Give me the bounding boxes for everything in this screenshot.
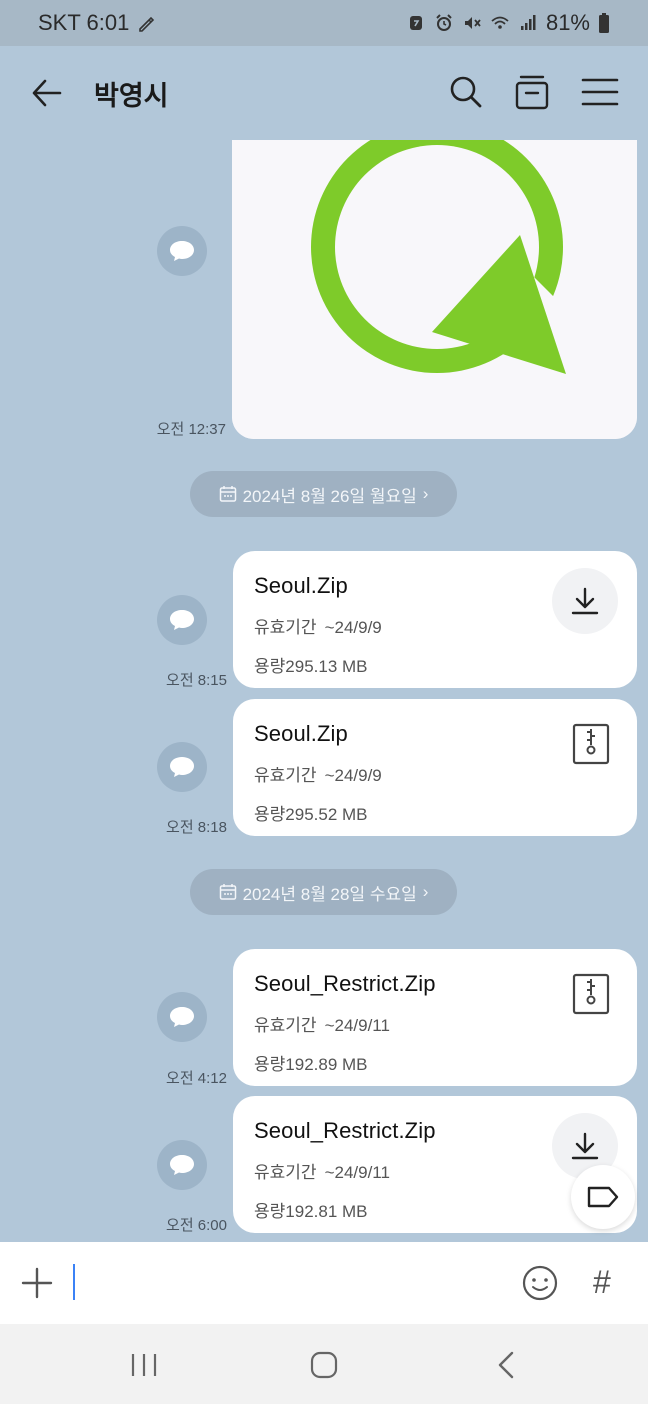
image-message[interactable] [232, 140, 637, 439]
speech-bubble-icon [170, 610, 194, 630]
chevron-right-icon: › [422, 484, 429, 503]
plus-icon[interactable] [20, 1266, 54, 1300]
avatar[interactable] [157, 226, 207, 276]
date-label: 2024년 8월 28일 수요일 [242, 884, 417, 904]
chevron-right-icon: › [422, 882, 429, 901]
size-value: 295.52 MB [285, 805, 368, 824]
tag-icon [587, 1186, 619, 1208]
size-label: 용량 [254, 1202, 286, 1221]
size-value: 192.89 MB [285, 1055, 368, 1074]
expiry-label: 유효기간 [254, 618, 317, 637]
battery-percent: 81% [545, 10, 590, 35]
drawer-icon[interactable] [512, 72, 552, 112]
message-input[interactable] [80, 1262, 480, 1302]
message-time: 오전 8:18 [166, 819, 227, 836]
system-nav-bar [0, 1324, 648, 1404]
download-icon [571, 1132, 599, 1160]
expiry-label: 유효기간 [254, 1163, 317, 1182]
size-label: 용량 [254, 657, 286, 676]
zip-file-icon[interactable] [572, 723, 610, 765]
speech-bubble-icon [170, 1155, 194, 1175]
message-time: 오전 6:00 [166, 1217, 227, 1234]
search-icon[interactable] [446, 72, 486, 112]
notification-icon [409, 16, 422, 30]
expiry-value: ~24/9/9 [324, 766, 382, 785]
chat-title: 박영시 [94, 81, 169, 111]
expiry-label: 유효기간 [254, 766, 317, 785]
calendar-icon [219, 486, 236, 502]
calendar-icon [219, 884, 236, 900]
back-icon[interactable] [492, 1350, 522, 1380]
signal-icon [520, 15, 536, 30]
menu-icon[interactable] [580, 72, 620, 112]
speech-bubble-icon [170, 1007, 194, 1027]
download-icon [571, 587, 599, 615]
date-label: 2024년 8월 26일 월요일 [242, 486, 417, 506]
expiry-value: ~24/9/9 [324, 618, 382, 637]
hashtag-icon[interactable]: # [593, 1264, 611, 1301]
avatar[interactable] [157, 742, 207, 792]
size-value: 192.81 MB [285, 1202, 368, 1221]
chat-header: 박영시 [0, 46, 648, 140]
carrier-time: SKT 6:01 [38, 10, 130, 35]
alarm-icon [436, 14, 452, 31]
tag-button[interactable] [571, 1165, 635, 1229]
size-label: 용량 [254, 1055, 286, 1074]
file-message[interactable]: Seoul.Zip 유효기간 ~24/9/9 용량295.52 MB [233, 699, 637, 836]
download-button[interactable] [552, 568, 618, 634]
avatar[interactable] [157, 1140, 207, 1190]
battery-icon [599, 13, 609, 33]
date-divider[interactable]: 2024년 8월 26일 월요일 › [190, 471, 457, 517]
message-time: 오전 8:15 [166, 672, 227, 689]
size-value: 295.13 MB [285, 657, 368, 676]
pen-icon [139, 16, 155, 32]
message-time: 오전 12:37 [156, 421, 226, 438]
expiry-value: ~24/9/11 [324, 1163, 390, 1182]
message-input-bar: # [0, 1242, 648, 1324]
status-bar: SKT 6:01 81% [0, 0, 648, 46]
chat-area[interactable]: 오전 12:37 2024년 8월 26일 월요일 › 오전 8:15 Seou… [0, 140, 648, 1242]
zip-file-icon[interactable] [572, 973, 610, 1015]
mute-icon [464, 17, 481, 29]
message-time: 오전 4:12 [166, 1070, 227, 1087]
avatar[interactable] [157, 992, 207, 1042]
speech-bubble-icon [170, 241, 194, 261]
emoji-icon[interactable] [521, 1264, 559, 1302]
avatar[interactable] [157, 595, 207, 645]
recent-apps-icon[interactable] [129, 1350, 159, 1380]
size-label: 용량 [254, 805, 286, 824]
date-divider[interactable]: 2024년 8월 28일 수요일 › [190, 869, 457, 915]
text-cursor [73, 1264, 75, 1300]
expiry-value: ~24/9/11 [324, 1016, 390, 1035]
back-arrow-icon[interactable] [30, 76, 64, 110]
home-icon[interactable] [309, 1350, 339, 1380]
speech-bubble-icon [170, 757, 194, 777]
file-message[interactable]: Seoul.Zip 유효기간 ~24/9/9 용량295.13 MB [233, 551, 637, 688]
file-message[interactable]: Seoul_Restrict.Zip 유효기간 ~24/9/11 용량192.89… [233, 949, 637, 1086]
wifi-icon [491, 16, 509, 29]
expiry-label: 유효기간 [254, 1016, 317, 1035]
green-q-logo-image [232, 140, 637, 439]
